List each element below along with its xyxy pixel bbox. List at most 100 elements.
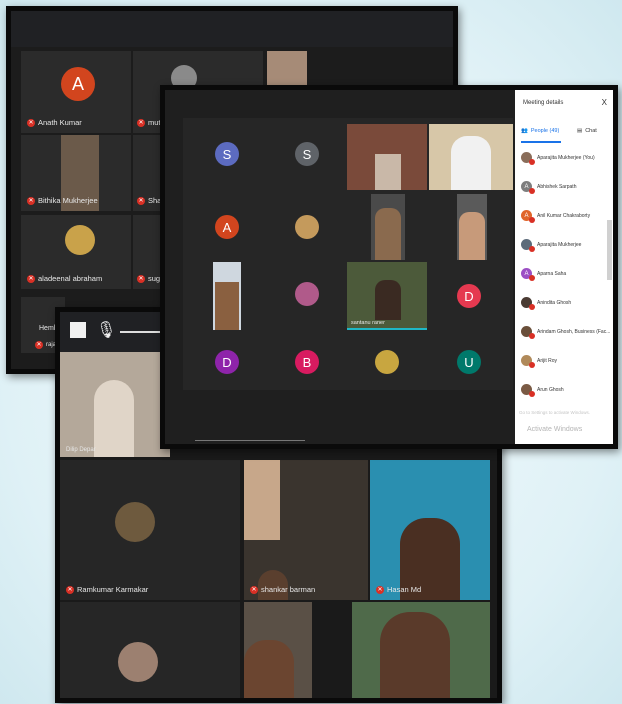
people-icon: 👥	[521, 128, 528, 134]
panel-title: Meeting details	[523, 100, 564, 106]
meet-screenshot-2: S S A santanu raner D D B U Meeting deta…	[160, 85, 618, 449]
top-bar	[11, 11, 453, 47]
mic-muted-icon	[529, 217, 535, 223]
participant-video	[380, 612, 450, 698]
participant-list-name: Anil Kumar Chakraborty	[537, 212, 591, 219]
watermark-sub: Go to Settings to activate Windows.	[519, 410, 591, 415]
participant-avatar	[521, 297, 535, 310]
participant-video	[375, 208, 401, 260]
mic-muted-icon: ✕	[35, 341, 43, 349]
mic-muted-icon: ✕	[66, 585, 74, 594]
microphone-icon[interactable]: 🎙	[96, 320, 116, 340]
participant-list-item[interactable]: Arun Ghosh	[521, 384, 564, 397]
participant-photo[interactable]	[295, 282, 319, 306]
participant-name: Hasan Md	[387, 585, 422, 594]
participant-list-item[interactable]: Anindita Ghosh	[521, 297, 572, 310]
mic-muted-icon	[529, 304, 535, 310]
video-prayer[interactable]	[213, 262, 241, 330]
participant-name: aladeenal abraham	[38, 274, 103, 283]
mic-muted-icon: ✕	[27, 274, 35, 283]
participant-list-item[interactable]: A Anil Kumar Chakraborty	[521, 210, 591, 223]
tab-people[interactable]: 👥 People (49)	[521, 128, 559, 134]
participant-video	[375, 280, 401, 320]
participant-list-name: Aparajita Mukherjee (You)	[537, 154, 595, 161]
participant-avatar	[521, 355, 535, 368]
mic-muted-icon	[529, 188, 535, 194]
tile-bottom-right[interactable]	[352, 602, 490, 698]
avatar-letter[interactable]: D	[457, 284, 481, 308]
participant-avatar	[521, 326, 535, 339]
participant-name: Dilip Depar	[66, 447, 96, 453]
tile-anath[interactable]: A ✕ Anath Kumar	[21, 51, 131, 133]
participant-photo[interactable]	[295, 215, 319, 239]
tile-shankar[interactable]: ✕ shankar barman	[244, 460, 368, 600]
mic-muted-icon: ✕	[137, 274, 145, 283]
video-library[interactable]	[347, 124, 427, 190]
tile-aladeenal[interactable]: ✕ aladeenal abraham	[21, 215, 131, 289]
video-santanu[interactable]: santanu raner	[347, 262, 427, 330]
participant-name: Anath Kumar	[38, 118, 82, 127]
participant-photo	[115, 502, 155, 542]
participant-avatar: A	[521, 181, 535, 194]
avatar-letter[interactable]: B	[295, 350, 319, 374]
participant-list-name: Arun Ghosh	[537, 386, 564, 393]
participant-video	[94, 380, 134, 457]
mic-muted-icon	[529, 275, 535, 281]
chat-icon: ▤	[577, 128, 583, 134]
close-icon[interactable]: X	[602, 98, 607, 107]
participant-list-item[interactable]: Aparajita Mukherjee	[521, 239, 582, 252]
participant-video	[451, 136, 491, 190]
mic-muted-icon	[529, 362, 535, 368]
participant-avatar	[521, 384, 535, 397]
participant-list-item[interactable]: A Aparna Saha	[521, 268, 567, 281]
participant-list-item[interactable]: Arindam Ghosh, Business (Fac...	[521, 326, 610, 339]
tab-people-label: People (49)	[530, 128, 560, 134]
participant-photo	[65, 225, 95, 255]
participant-list-item[interactable]: Aparajita Mukherjee (You)	[521, 152, 595, 165]
tile-ramkumar[interactable]: ✕ Ramkumar Karmakar	[60, 460, 240, 600]
tile-bottom-left[interactable]	[60, 602, 240, 698]
tile-bottom-mid[interactable]	[244, 602, 312, 698]
participant-video	[375, 154, 401, 190]
video-boy[interactable]	[371, 194, 405, 260]
avatar-letter[interactable]: S	[295, 142, 319, 166]
avatar-letter[interactable]: S	[215, 142, 239, 166]
participant-video	[244, 640, 294, 698]
tile-dilip[interactable]: Dilip Depar	[60, 352, 170, 457]
mic-muted-icon: ✕	[376, 585, 384, 594]
tile-hasan[interactable]: ✕ Hasan Md	[370, 460, 490, 600]
participant-list-name: Anindita Ghosh	[537, 299, 572, 306]
tab-chat[interactable]: ▤ Chat	[577, 128, 597, 134]
video-man[interactable]	[429, 124, 513, 190]
participant-avatar: A	[521, 210, 535, 223]
participant-avatar	[521, 152, 535, 165]
participant-photo	[118, 642, 158, 682]
participant-list-item[interactable]: Arijit Roy	[521, 355, 558, 368]
avatar-letter[interactable]: U	[457, 350, 481, 374]
window-light	[244, 460, 280, 540]
participant-list-name: Aparajita Mukherjee	[537, 241, 582, 248]
participant-photo[interactable]	[375, 350, 399, 374]
meeting-details-panel: Meeting details X 👥 People (49) ▤ Chat A…	[515, 90, 613, 444]
participant-avatar: A	[521, 268, 535, 281]
participant-video	[215, 282, 239, 330]
participant-name: santanu raner	[351, 320, 385, 326]
tile-bithika[interactable]: ✕ Bithika Mukherjee	[21, 135, 131, 211]
participant-list-name: Abhishek Sarpath	[537, 183, 577, 190]
video-elder[interactable]	[457, 194, 487, 260]
participant-name: shankar barman	[261, 585, 316, 594]
participant-list-name: Aparna Saha	[537, 270, 567, 277]
participant-list-item[interactable]: A Abhishek Sarpath	[521, 181, 577, 194]
mic-muted-icon: ✕	[27, 196, 35, 205]
participant-list-name: Arijit Roy	[537, 357, 558, 364]
watermark: Activate Windows	[527, 426, 583, 433]
scrollbar[interactable]	[607, 220, 612, 280]
mic-muted-icon	[529, 391, 535, 397]
mic-muted-icon	[529, 159, 535, 165]
participant-name: Bithika Mukherjee	[38, 196, 98, 205]
tab-chat-label: Chat	[585, 128, 597, 134]
avatar-letter[interactable]: D	[215, 350, 239, 374]
stop-icon[interactable]	[70, 322, 86, 338]
avatar-letter[interactable]: A	[215, 215, 239, 239]
mic-muted-icon: ✕	[137, 118, 145, 127]
